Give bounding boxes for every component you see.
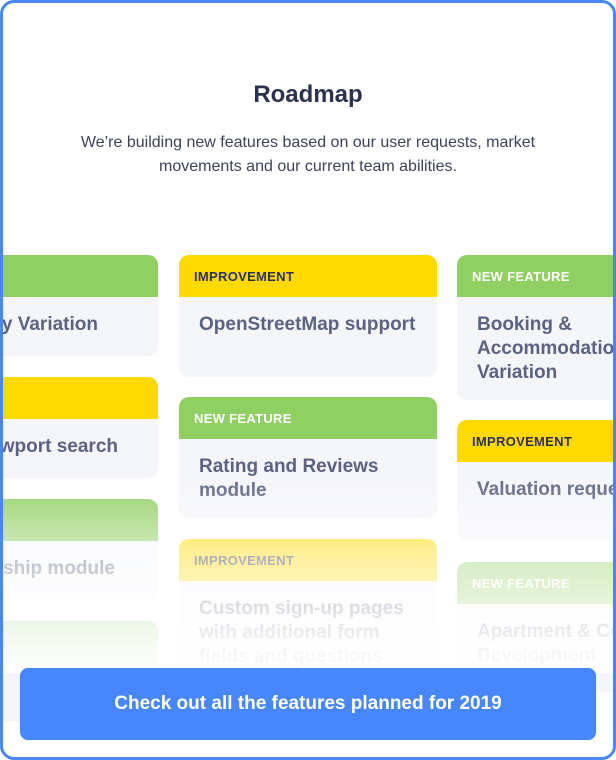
card-title: Rating and Reviews module xyxy=(199,456,379,501)
roadmap-card[interactable]: IMPROVEMENT OpenStreetMap support xyxy=(179,255,437,377)
roadmap-card[interactable]: RE y Variation xyxy=(1,255,158,356)
roadmap-card[interactable]: NT wport search xyxy=(0,377,158,478)
view-all-features-button[interactable]: Check out all the features planned for 2… xyxy=(20,668,596,740)
roadmap-card[interactable]: RE ship module xyxy=(3,499,158,600)
card-tag: IMPROVEMENT xyxy=(472,433,573,449)
roadmap-panel: Roadmap We’re building new features base… xyxy=(0,0,616,760)
roadmap-card[interactable]: IMPROVEMENT Valuation request form xyxy=(457,420,613,541)
card-title: ship module xyxy=(3,558,115,579)
page-title: Roadmap xyxy=(253,81,363,108)
card-tag: NEW FEATURE xyxy=(194,410,292,426)
card-title: wport search xyxy=(0,436,118,457)
card-tag: NEW FEATURE xyxy=(472,268,570,284)
roadmap-card[interactable]: IMPROVEMENT Custom sign-up pages with ad… xyxy=(179,539,437,689)
page-subtitle: We’re building new features based on our… xyxy=(80,134,536,175)
roadmap-card[interactable]: NEW FEATURE Booking & Accommodation Vari… xyxy=(457,255,616,400)
card-tag: IMPROVEMENT xyxy=(194,268,295,284)
card-title: Valuation request form xyxy=(477,479,613,500)
card-title: Apartment & Condo Development xyxy=(477,621,613,666)
card-title: Custom sign-up pages with additional for… xyxy=(199,598,404,667)
card-title: OpenStreetMap support xyxy=(199,314,416,335)
card-tag: NEW FEATURE xyxy=(472,575,570,591)
card-title: Booking & Accommodation Variation xyxy=(477,314,616,383)
roadmap-card[interactable]: NEW FEATURE Rating and Reviews module xyxy=(179,397,437,518)
card-title: y Variation xyxy=(1,314,98,335)
card-tag: IMPROVEMENT xyxy=(194,552,295,568)
